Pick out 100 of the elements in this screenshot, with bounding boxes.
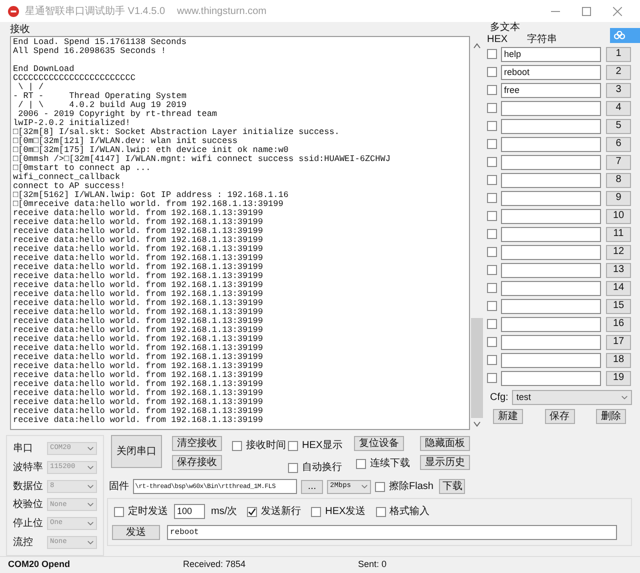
checkbox-label: 连续下载 [370, 456, 410, 471]
checkbox[interactable] [487, 85, 497, 95]
checkbox[interactable] [487, 319, 497, 329]
text-field[interactable] [501, 244, 601, 260]
checkbox[interactable] [487, 355, 497, 365]
cfg-select[interactable]: test [512, 390, 632, 405]
checkbox[interactable] [487, 67, 497, 77]
send-number-button[interactable]: 12 [606, 244, 631, 260]
send-number-button[interactable]: 4 [606, 100, 631, 116]
checkbox[interactable] [487, 103, 497, 113]
checkbox[interactable] [311, 506, 322, 516]
text-field[interactable] [501, 100, 601, 116]
text-field[interactable] [501, 262, 601, 278]
checkbox[interactable] [114, 506, 124, 516]
send-number-button[interactable]: 7 [606, 154, 631, 170]
text-field[interactable] [501, 136, 601, 152]
checkbox[interactable] [487, 157, 497, 167]
checkbox[interactable] [232, 440, 242, 450]
send-number-button[interactable]: 11 [606, 226, 631, 242]
close-icon[interactable] [613, 6, 622, 16]
checkbox[interactable] [487, 229, 497, 239]
caret-icon [87, 540, 94, 546]
button[interactable]: 新建 [493, 409, 523, 424]
checkbox-label: 定时发送 [128, 504, 168, 519]
text-field[interactable] [501, 352, 601, 368]
text-field[interactable]: reboot [501, 64, 601, 80]
receive-label: 接收 [10, 23, 31, 36]
interval-field[interactable]: 100 [174, 504, 205, 519]
send-number-button[interactable]: 10 [606, 208, 631, 224]
text-field[interactable] [501, 172, 601, 188]
send-number-button[interactable]: 5 [606, 118, 631, 134]
checkbox-label: 自动换行 [302, 461, 342, 475]
text-field[interactable] [501, 190, 601, 206]
text-field[interactable] [501, 334, 601, 350]
send-number-button[interactable]: 15 [606, 298, 631, 314]
button[interactable]: 保存接收 [172, 455, 222, 470]
checkbox[interactable] [487, 373, 497, 383]
send-number-button[interactable]: 14 [606, 280, 631, 296]
checkbox[interactable] [247, 506, 258, 516]
button[interactable]: 删除 [596, 409, 626, 424]
button[interactable]: 复位设备 [354, 436, 404, 451]
close-port-button[interactable]: 关闭串口 [111, 435, 162, 468]
send-button[interactable]: 发送 [112, 525, 160, 540]
checkbox[interactable] [487, 175, 497, 185]
text-field[interactable] [501, 226, 601, 242]
caret-icon [361, 484, 368, 489]
setting-label: 校验位 [13, 498, 43, 512]
checkbox[interactable] [487, 193, 497, 203]
checkbox[interactable] [487, 211, 497, 221]
checkbox[interactable] [487, 139, 497, 149]
checkbox[interactable] [487, 121, 497, 131]
checkbox[interactable] [376, 506, 386, 516]
send-number-button[interactable]: 18 [606, 352, 631, 368]
text-field[interactable] [501, 118, 601, 134]
text-field[interactable] [501, 370, 601, 386]
text-field[interactable] [501, 208, 601, 224]
send-number-button[interactable]: 9 [606, 190, 631, 206]
checkbox[interactable] [356, 458, 366, 468]
checkbox-label: 擦除Flash [389, 480, 434, 494]
text-field[interactable] [501, 316, 601, 332]
caret-icon [87, 464, 94, 470]
caret-icon [87, 484, 94, 489]
send-number-button[interactable]: 1 [606, 46, 631, 62]
button[interactable]: 保存 [544, 409, 574, 424]
checkbox-label: 格式输入 [390, 504, 430, 519]
checkbox[interactable] [288, 462, 298, 472]
send-number-button[interactable]: 19 [606, 370, 631, 386]
text-field[interactable]: help [501, 46, 601, 62]
send-number-button[interactable]: 17 [606, 334, 631, 350]
send-number-button[interactable]: 6 [606, 136, 631, 152]
checkbox[interactable] [375, 482, 385, 492]
text-field[interactable]: free [501, 82, 601, 98]
text-field[interactable] [501, 280, 601, 296]
browse-button[interactable]: ... [301, 480, 323, 494]
caret-icon [621, 395, 628, 400]
text-field[interactable] [501, 154, 601, 170]
send-text-field[interactable]: reboot [167, 525, 617, 540]
download-button[interactable]: 下载 [439, 479, 466, 494]
send-number-button[interactable]: 2 [606, 64, 631, 80]
send-number-button[interactable]: 13 [606, 262, 631, 278]
send-number-button[interactable]: 16 [606, 316, 631, 332]
checkbox[interactable] [487, 265, 497, 275]
cloud-badge-icon[interactable] [610, 28, 640, 43]
checkbox[interactable] [487, 49, 497, 59]
checkbox[interactable] [288, 440, 298, 450]
maximize-icon[interactable] [582, 6, 591, 16]
setting-label: 停止位 [13, 516, 43, 532]
checkbox[interactable] [487, 337, 497, 347]
checkbox[interactable] [487, 301, 497, 311]
setting-label: 数据位 [13, 480, 43, 494]
text-field[interactable] [501, 298, 601, 314]
panel-title: 多文本 [489, 22, 521, 34]
send-number-button[interactable]: 3 [606, 82, 631, 98]
send-number-button[interactable]: 8 [606, 172, 631, 188]
button[interactable]: 隐藏面板 [420, 436, 470, 451]
checkbox[interactable] [487, 283, 497, 293]
button[interactable]: 清空接收 [172, 436, 222, 451]
checkbox[interactable] [487, 247, 497, 257]
caret-icon [87, 521, 94, 526]
button[interactable]: 显示历史 [420, 455, 470, 470]
